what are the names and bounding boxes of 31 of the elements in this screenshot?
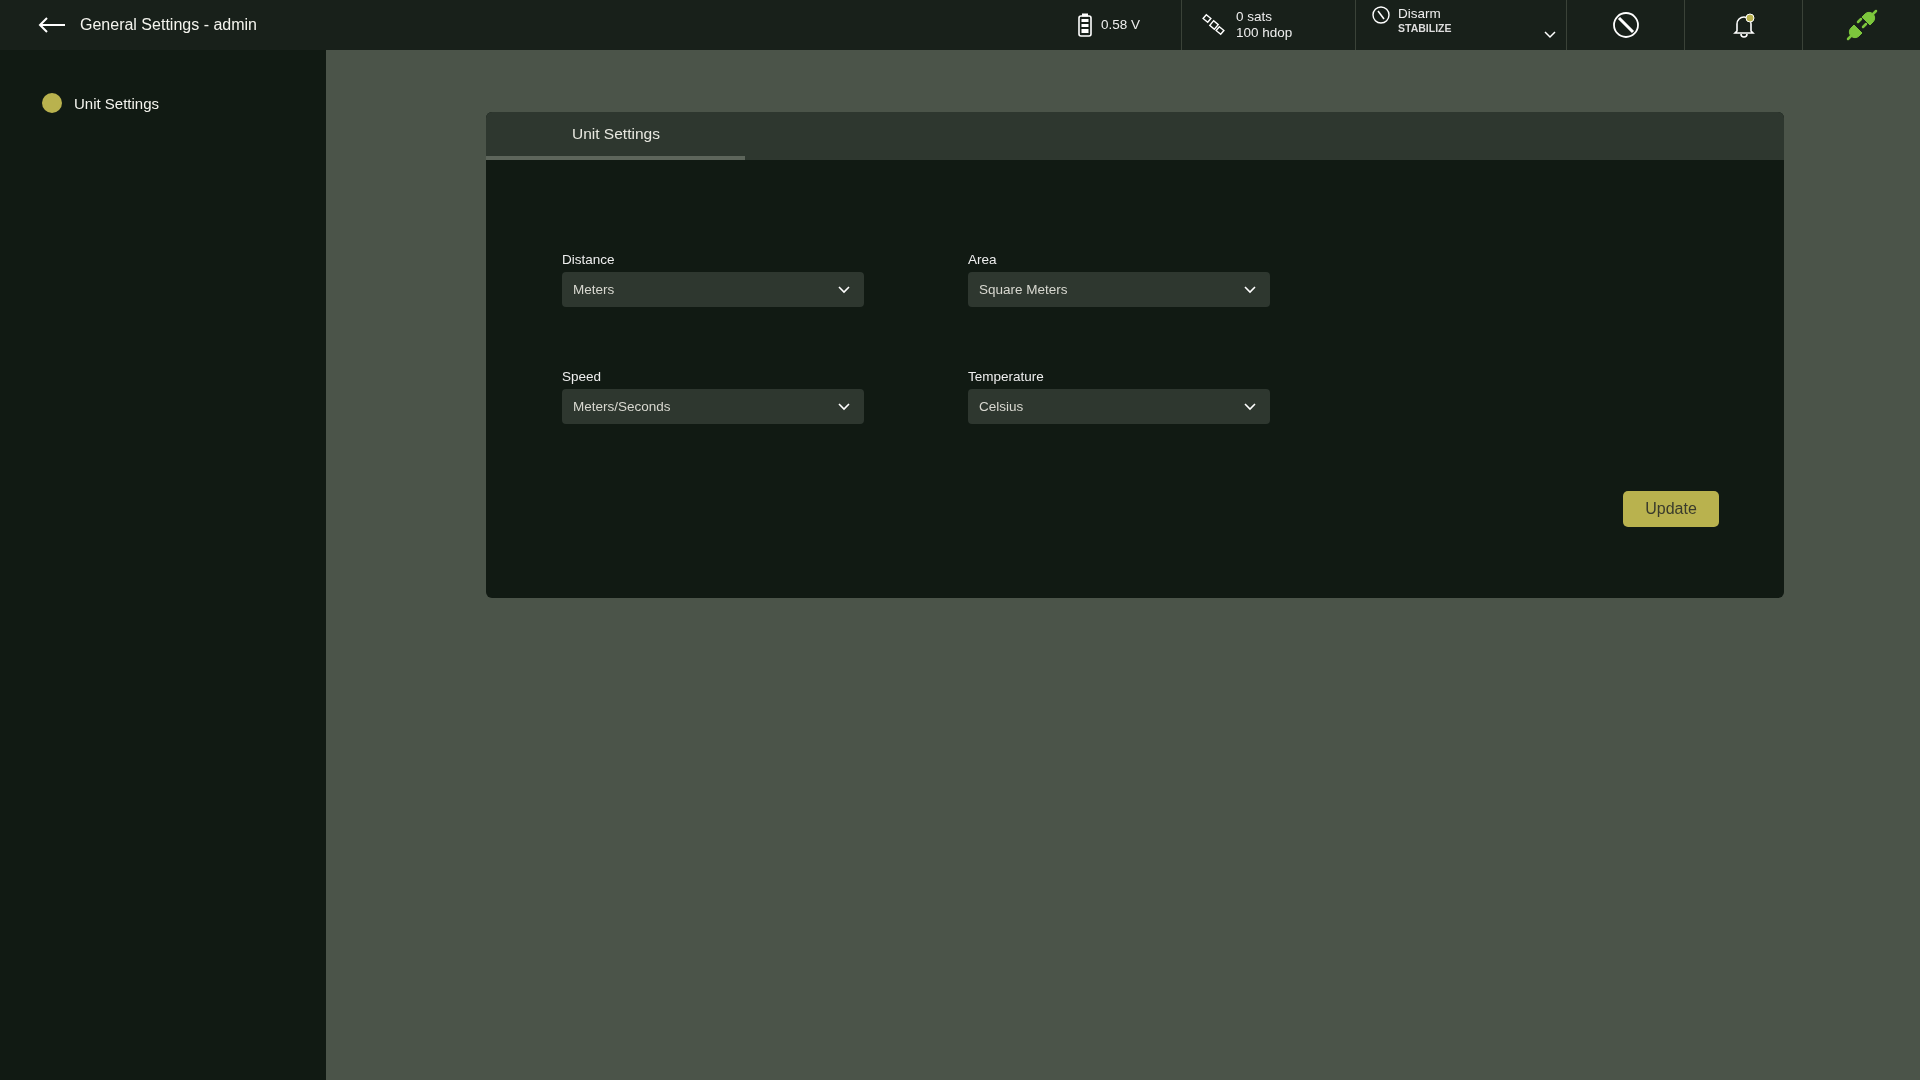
field-label: Distance <box>562 252 616 267</box>
field-label: Area <box>968 252 998 267</box>
satellite-icon <box>1202 13 1226 37</box>
chevron-down-icon <box>838 285 850 294</box>
satellite-count: 0 sats <box>1236 9 1274 25</box>
battery-voltage: 0.58 V <box>1101 17 1141 33</box>
hdop-value: 100 hdop <box>1236 25 1293 41</box>
sidebar-item[interactable]: Unit Settings <box>0 92 166 114</box>
dropdown-value: Meters/Seconds <box>573 399 671 414</box>
back-button[interactable] <box>38 17 66 33</box>
dropdown-value: Celsius <box>979 399 1024 414</box>
field-label: Temperature <box>968 369 1045 384</box>
flight-mode: STABILIZE <box>1398 22 1453 34</box>
field-label: Speed <box>562 369 603 384</box>
dropdown-field[interactable]: Celsius <box>968 389 1270 424</box>
dropdown-value: Square Meters <box>979 282 1068 297</box>
dropdown-field[interactable]: Square Meters <box>968 272 1270 307</box>
dropdown-field[interactable]: Meters/Seconds <box>562 389 864 424</box>
chevron-down-icon <box>1244 285 1256 294</box>
update-button[interactable]: Update <box>1623 491 1719 527</box>
dropdown-field[interactable]: Meters <box>562 272 864 307</box>
chevron-down-icon <box>838 402 850 411</box>
page-title: General Settings - admin <box>80 16 257 34</box>
dropdown-value: Meters <box>573 282 615 297</box>
mode-dropdown-button[interactable] <box>1544 31 1556 39</box>
chevron-down-icon <box>1544 31 1556 39</box>
back-arrow-icon <box>38 17 66 33</box>
battery-icon <box>1078 13 1092 37</box>
chevron-down-icon <box>1244 402 1256 411</box>
arm-status: Disarm <box>1398 6 1442 22</box>
tab[interactable]: Unit Settings <box>486 112 745 160</box>
